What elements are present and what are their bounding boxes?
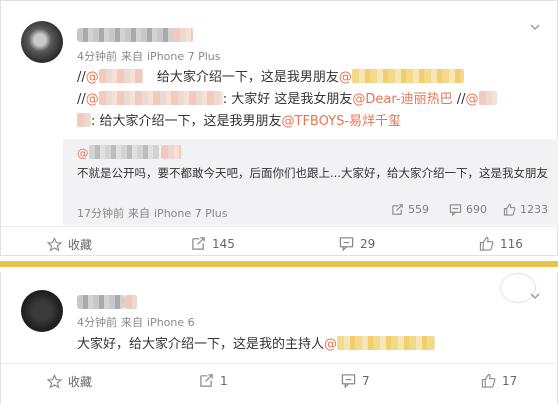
post-time: 4分钟前 <box>77 50 117 63</box>
action-bar-divider <box>1 363 558 364</box>
comment-icon <box>341 374 356 388</box>
post-text-line-3: : 给大家介绍一下，这是我男朋友@TFBOYS-易烊千玺 <box>77 113 401 131</box>
post-via: 来自 <box>121 50 143 63</box>
post-via: 来自 <box>121 316 143 329</box>
quoted-text: 不就是公开吗，要不都敢今天吧，后面你们也跟上...大家好，给大家介绍一下，这是我… <box>77 166 548 180</box>
post-text: 大家好，给大家介绍一下，这是我的主持人 <box>77 337 325 352</box>
post-meta: 4分钟前 来自 iPhone 7 Plus <box>77 48 225 64</box>
quoted-device[interactable]: iPhone 7 Plus <box>154 207 228 220</box>
action-bar-divider <box>1 226 558 227</box>
post-text-line-1: 大家好，给大家介绍一下，这是我的主持人@ <box>77 336 436 354</box>
post-text-line-2: //@: 大家好 这是我女朋友@Dear-迪丽热巴 //@ <box>77 91 497 109</box>
repost-button[interactable]: 1 <box>199 373 228 388</box>
mention-redacted[interactable]: @ <box>86 91 223 107</box>
star-icon <box>47 237 62 252</box>
chevron-down-icon[interactable] <box>529 21 541 33</box>
repost-icon <box>392 204 403 215</box>
quoted-like-count[interactable]: 1233 <box>503 203 548 216</box>
username-redacted[interactable] <box>77 295 125 309</box>
like-icon <box>479 236 494 251</box>
mention-dilireba[interactable]: @Dear-迪丽热巴 <box>352 92 452 107</box>
repost-separator: // <box>77 70 86 85</box>
repost-separator: // <box>77 92 86 107</box>
post-text-line-1: //@ 给大家介绍一下，这是我男朋友@ <box>77 69 464 87</box>
redacted-text <box>77 113 91 127</box>
mention-redacted[interactable]: @ <box>339 69 464 85</box>
quoted-comment-count[interactable]: 690 <box>449 203 487 216</box>
avatar[interactable] <box>21 21 63 63</box>
star-icon <box>47 374 62 389</box>
mention-redacted[interactable]: @ <box>466 91 497 107</box>
username-badge <box>173 28 193 42</box>
mention-redacted[interactable]: @ <box>324 336 436 352</box>
weibo-post-2: 4分钟前 来自 iPhone 6 大家好，给大家介绍一下，这是我的主持人@ 收藏 1… <box>0 272 558 404</box>
quoted-post[interactable]: @ 不就是公开吗，要不都敢今天吧，后面你们也跟上...大家好，给大家介绍一下，这… <box>63 139 558 225</box>
mention-redacted[interactable]: @ <box>86 69 143 85</box>
quoted-repost-count[interactable]: 559 <box>391 203 429 216</box>
repost-icon <box>200 374 213 387</box>
comment-button[interactable]: 7 <box>341 373 370 388</box>
quoted-author[interactable]: @ <box>77 145 181 160</box>
favorite-button[interactable]: 收藏 <box>47 373 92 390</box>
mention-yiyangqianxi[interactable]: @TFBOYS-易烊千玺 <box>282 114 402 129</box>
post-text: : 给大家介绍一下，这是我男朋友 <box>91 114 282 129</box>
like-button[interactable]: 116 <box>479 236 523 251</box>
weibo-post-1: 4分钟前 来自 iPhone 7 Plus //@ 给大家介绍一下，这是我男朋友@ … <box>0 0 558 256</box>
post-device[interactable]: iPhone 6 <box>147 316 195 329</box>
repost-separator: // <box>456 92 466 107</box>
username-badge <box>125 295 137 309</box>
post-text: 给大家介绍一下，这是我男朋友 <box>156 70 339 85</box>
repost-icon <box>192 237 205 250</box>
post-separator <box>0 256 558 272</box>
chevron-down-icon[interactable] <box>529 290 541 302</box>
quoted-time: 17分钟前 <box>77 207 124 220</box>
quoted-meta: 17分钟前 来自 iPhone 7 Plus <box>77 205 232 221</box>
like-icon <box>481 373 496 388</box>
post-device[interactable]: iPhone 7 Plus <box>147 50 221 63</box>
repost-button[interactable]: 145 <box>191 236 235 251</box>
comment-icon <box>449 204 462 216</box>
quoted-via: 来自 <box>128 207 150 220</box>
favorite-button[interactable]: 收藏 <box>47 236 92 253</box>
like-button[interactable]: 17 <box>481 373 517 388</box>
post-text: : 大家好 这是我女朋友 <box>222 92 353 107</box>
comment-icon <box>339 237 354 251</box>
post-time: 4分钟前 <box>77 316 117 329</box>
post-meta: 4分钟前 来自 iPhone 6 <box>77 314 199 330</box>
avatar[interactable] <box>21 290 63 332</box>
like-icon <box>503 203 516 216</box>
comment-button[interactable]: 29 <box>339 236 375 251</box>
